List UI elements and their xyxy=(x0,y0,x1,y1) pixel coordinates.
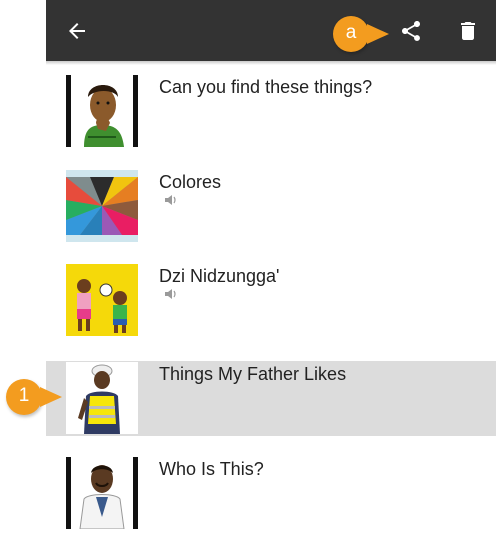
speaker-icon xyxy=(165,195,176,205)
book-title: Who Is This? xyxy=(159,459,264,479)
delete-button[interactable] xyxy=(449,12,487,50)
book-item-dzi-nidzungga[interactable]: Dzi Nidzungga' xyxy=(46,254,496,336)
speaker-icon xyxy=(165,289,176,299)
callout-badge-selected-book: 1 xyxy=(6,379,42,415)
book-item-can-you-find-these-things[interactable]: Can you find these things? xyxy=(46,65,496,147)
callout-pointer-share xyxy=(367,24,389,44)
callout-badge-share: a xyxy=(333,16,369,52)
book-item-who-is-this[interactable]: Who Is This? xyxy=(46,447,496,529)
book-title: Dzi Nidzungga' xyxy=(159,266,280,286)
book-thumbnail xyxy=(66,264,138,336)
book-thumbnail xyxy=(66,457,138,529)
callout-pointer-selected-book xyxy=(40,387,62,407)
share-button[interactable] xyxy=(392,12,430,50)
book-item-things-my-father-likes[interactable]: Things My Father Likes xyxy=(46,361,496,436)
book-title: Can you find these things? xyxy=(159,77,373,97)
book-title: Things My Father Likes xyxy=(159,364,347,384)
back-button[interactable] xyxy=(58,12,96,50)
book-item-colores[interactable]: Colores xyxy=(46,160,496,242)
book-thumbnail xyxy=(66,75,138,147)
book-thumbnail xyxy=(66,362,138,434)
book-thumbnail xyxy=(66,170,138,242)
share-icon xyxy=(402,21,420,41)
book-title: Colores xyxy=(159,172,222,192)
arrow-left-icon xyxy=(69,23,85,39)
trash-icon xyxy=(461,22,475,40)
